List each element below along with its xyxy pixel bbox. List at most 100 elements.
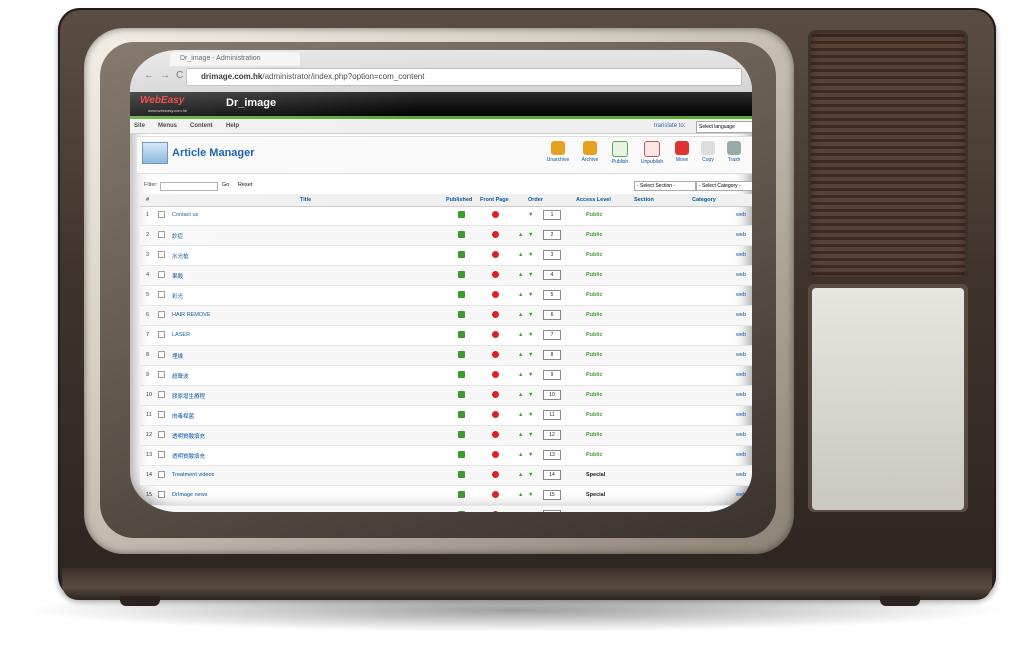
author-link[interactable]: web bbox=[736, 352, 746, 358]
order-down-icon[interactable]: ▼ bbox=[528, 272, 533, 278]
menu-menus[interactable]: Menus bbox=[158, 123, 177, 129]
publish-button[interactable]: Publish bbox=[606, 141, 634, 165]
front-page-x-icon[interactable] bbox=[492, 311, 499, 318]
access-level[interactable]: Public bbox=[586, 332, 603, 338]
menu-site[interactable]: Site bbox=[134, 123, 145, 129]
order-input[interactable]: 4 bbox=[543, 270, 561, 280]
order-down-icon[interactable]: ▼ bbox=[528, 352, 533, 358]
order-up-icon[interactable]: ▲ bbox=[518, 492, 523, 498]
front-page-x-icon[interactable] bbox=[492, 291, 499, 298]
author-link[interactable]: web bbox=[736, 212, 746, 218]
go-button[interactable]: Go bbox=[222, 182, 229, 188]
order-input[interactable]: 1 bbox=[543, 210, 561, 220]
unarchive-button[interactable]: Unarchive bbox=[544, 141, 572, 163]
section-select[interactable]: - Select Section - bbox=[634, 181, 696, 191]
row-checkbox[interactable] bbox=[158, 251, 165, 258]
row-checkbox[interactable] bbox=[158, 411, 165, 418]
published-check-icon[interactable] bbox=[458, 431, 465, 438]
archive-button[interactable]: Archive bbox=[576, 141, 604, 163]
order-input[interactable]: 15 bbox=[543, 490, 561, 500]
order-up-icon[interactable]: ▲ bbox=[518, 312, 523, 318]
article-title-link[interactable]: 水光槍 bbox=[172, 252, 189, 260]
order-up-icon[interactable]: ▲ bbox=[518, 292, 523, 298]
front-page-x-icon[interactable] bbox=[492, 231, 499, 238]
order-up-icon[interactable]: ▲ bbox=[518, 472, 523, 478]
access-level[interactable]: Public bbox=[586, 212, 603, 218]
front-page-x-icon[interactable] bbox=[492, 431, 499, 438]
order-down-icon[interactable]: ▼ bbox=[528, 492, 533, 498]
order-input[interactable]: 6 bbox=[543, 310, 561, 320]
order-up-icon[interactable]: ▲ bbox=[518, 252, 523, 258]
published-check-icon[interactable] bbox=[458, 451, 465, 458]
author-link[interactable]: web bbox=[736, 332, 746, 338]
access-level[interactable]: Public bbox=[586, 372, 603, 378]
published-check-icon[interactable] bbox=[458, 471, 465, 478]
article-title-link[interactable]: DrImage news bbox=[172, 492, 207, 498]
author-link[interactable]: web bbox=[736, 472, 746, 478]
article-title-link[interactable]: LASER bbox=[172, 332, 190, 338]
published-check-icon[interactable] bbox=[458, 511, 465, 512]
order-input[interactable]: 13 bbox=[543, 450, 561, 460]
front-page-x-icon[interactable] bbox=[492, 511, 499, 512]
published-check-icon[interactable] bbox=[458, 271, 465, 278]
published-check-icon[interactable] bbox=[458, 211, 465, 218]
order-up-icon[interactable]: ▲ bbox=[518, 372, 523, 378]
access-level[interactable]: Public bbox=[586, 232, 603, 238]
row-checkbox[interactable] bbox=[158, 231, 165, 238]
access-level[interactable]: Public bbox=[586, 352, 603, 358]
article-title-link[interactable]: Treatment videos bbox=[172, 472, 214, 478]
published-check-icon[interactable] bbox=[458, 371, 465, 378]
order-down-icon[interactable]: ▼ bbox=[528, 392, 533, 398]
order-up-icon[interactable]: ▲ bbox=[518, 272, 523, 278]
order-down-icon[interactable]: ▼ bbox=[528, 452, 533, 458]
row-checkbox[interactable] bbox=[158, 291, 165, 298]
order-input[interactable]: 11 bbox=[543, 410, 561, 420]
forward-icon[interactable]: → bbox=[160, 70, 176, 81]
article-title-link[interactable]: 埋線 bbox=[172, 352, 183, 360]
order-input[interactable]: 9 bbox=[543, 370, 561, 380]
article-title-link[interactable]: 透明質酸填充 bbox=[172, 432, 205, 440]
author-link[interactable]: web bbox=[736, 292, 746, 298]
access-level[interactable]: Public bbox=[586, 252, 603, 258]
article-title-link[interactable]: HAIR REMOVE bbox=[172, 312, 211, 318]
published-check-icon[interactable] bbox=[458, 491, 465, 498]
access-level[interactable]: Special bbox=[586, 472, 605, 478]
author-link[interactable]: web bbox=[736, 232, 746, 238]
order-down-icon[interactable]: ▼ bbox=[528, 412, 533, 418]
front-page-x-icon[interactable] bbox=[492, 251, 499, 258]
order-input[interactable]: 3 bbox=[543, 250, 561, 260]
order-down-icon[interactable]: ▼ bbox=[528, 232, 533, 238]
article-title-link[interactable]: 超聲波 bbox=[172, 372, 189, 380]
front-page-x-icon[interactable] bbox=[492, 451, 499, 458]
author-link[interactable]: web bbox=[736, 392, 746, 398]
row-checkbox[interactable] bbox=[158, 491, 165, 498]
access-level[interactable]: Public bbox=[586, 312, 603, 318]
author-link[interactable]: web bbox=[736, 272, 746, 278]
menu-help[interactable]: Help bbox=[226, 123, 239, 129]
published-check-icon[interactable] bbox=[458, 391, 465, 398]
row-checkbox[interactable] bbox=[158, 351, 165, 358]
order-down-icon[interactable]: ▼ bbox=[528, 312, 533, 318]
published-check-icon[interactable] bbox=[458, 231, 465, 238]
order-input[interactable]: 5 bbox=[543, 290, 561, 300]
row-checkbox[interactable] bbox=[158, 371, 165, 378]
col-access[interactable]: Access Level bbox=[576, 197, 611, 203]
article-title-link[interactable]: 肉毒桿菌 bbox=[172, 412, 194, 420]
row-checkbox[interactable] bbox=[158, 471, 165, 478]
row-checkbox[interactable] bbox=[158, 511, 165, 512]
row-checkbox[interactable] bbox=[158, 271, 165, 278]
access-level[interactable]: Public bbox=[586, 392, 603, 398]
article-title-link[interactable]: 彩光 bbox=[172, 292, 183, 300]
col-front-page[interactable]: Front Page bbox=[480, 197, 509, 203]
row-checkbox[interactable] bbox=[158, 211, 165, 218]
order-up-icon[interactable]: ▲ bbox=[518, 232, 523, 238]
order-input[interactable]: 10 bbox=[543, 390, 561, 400]
trash-button[interactable]: Trash bbox=[720, 141, 748, 163]
order-down-icon[interactable]: ▼ bbox=[528, 372, 533, 378]
order-up-icon[interactable]: ▲ bbox=[518, 412, 523, 418]
filter-input[interactable] bbox=[160, 182, 218, 191]
published-check-icon[interactable] bbox=[458, 411, 465, 418]
unpublish-button[interactable]: Unpublish bbox=[638, 141, 666, 165]
front-page-x-icon[interactable] bbox=[492, 491, 499, 498]
front-page-x-icon[interactable] bbox=[492, 331, 499, 338]
